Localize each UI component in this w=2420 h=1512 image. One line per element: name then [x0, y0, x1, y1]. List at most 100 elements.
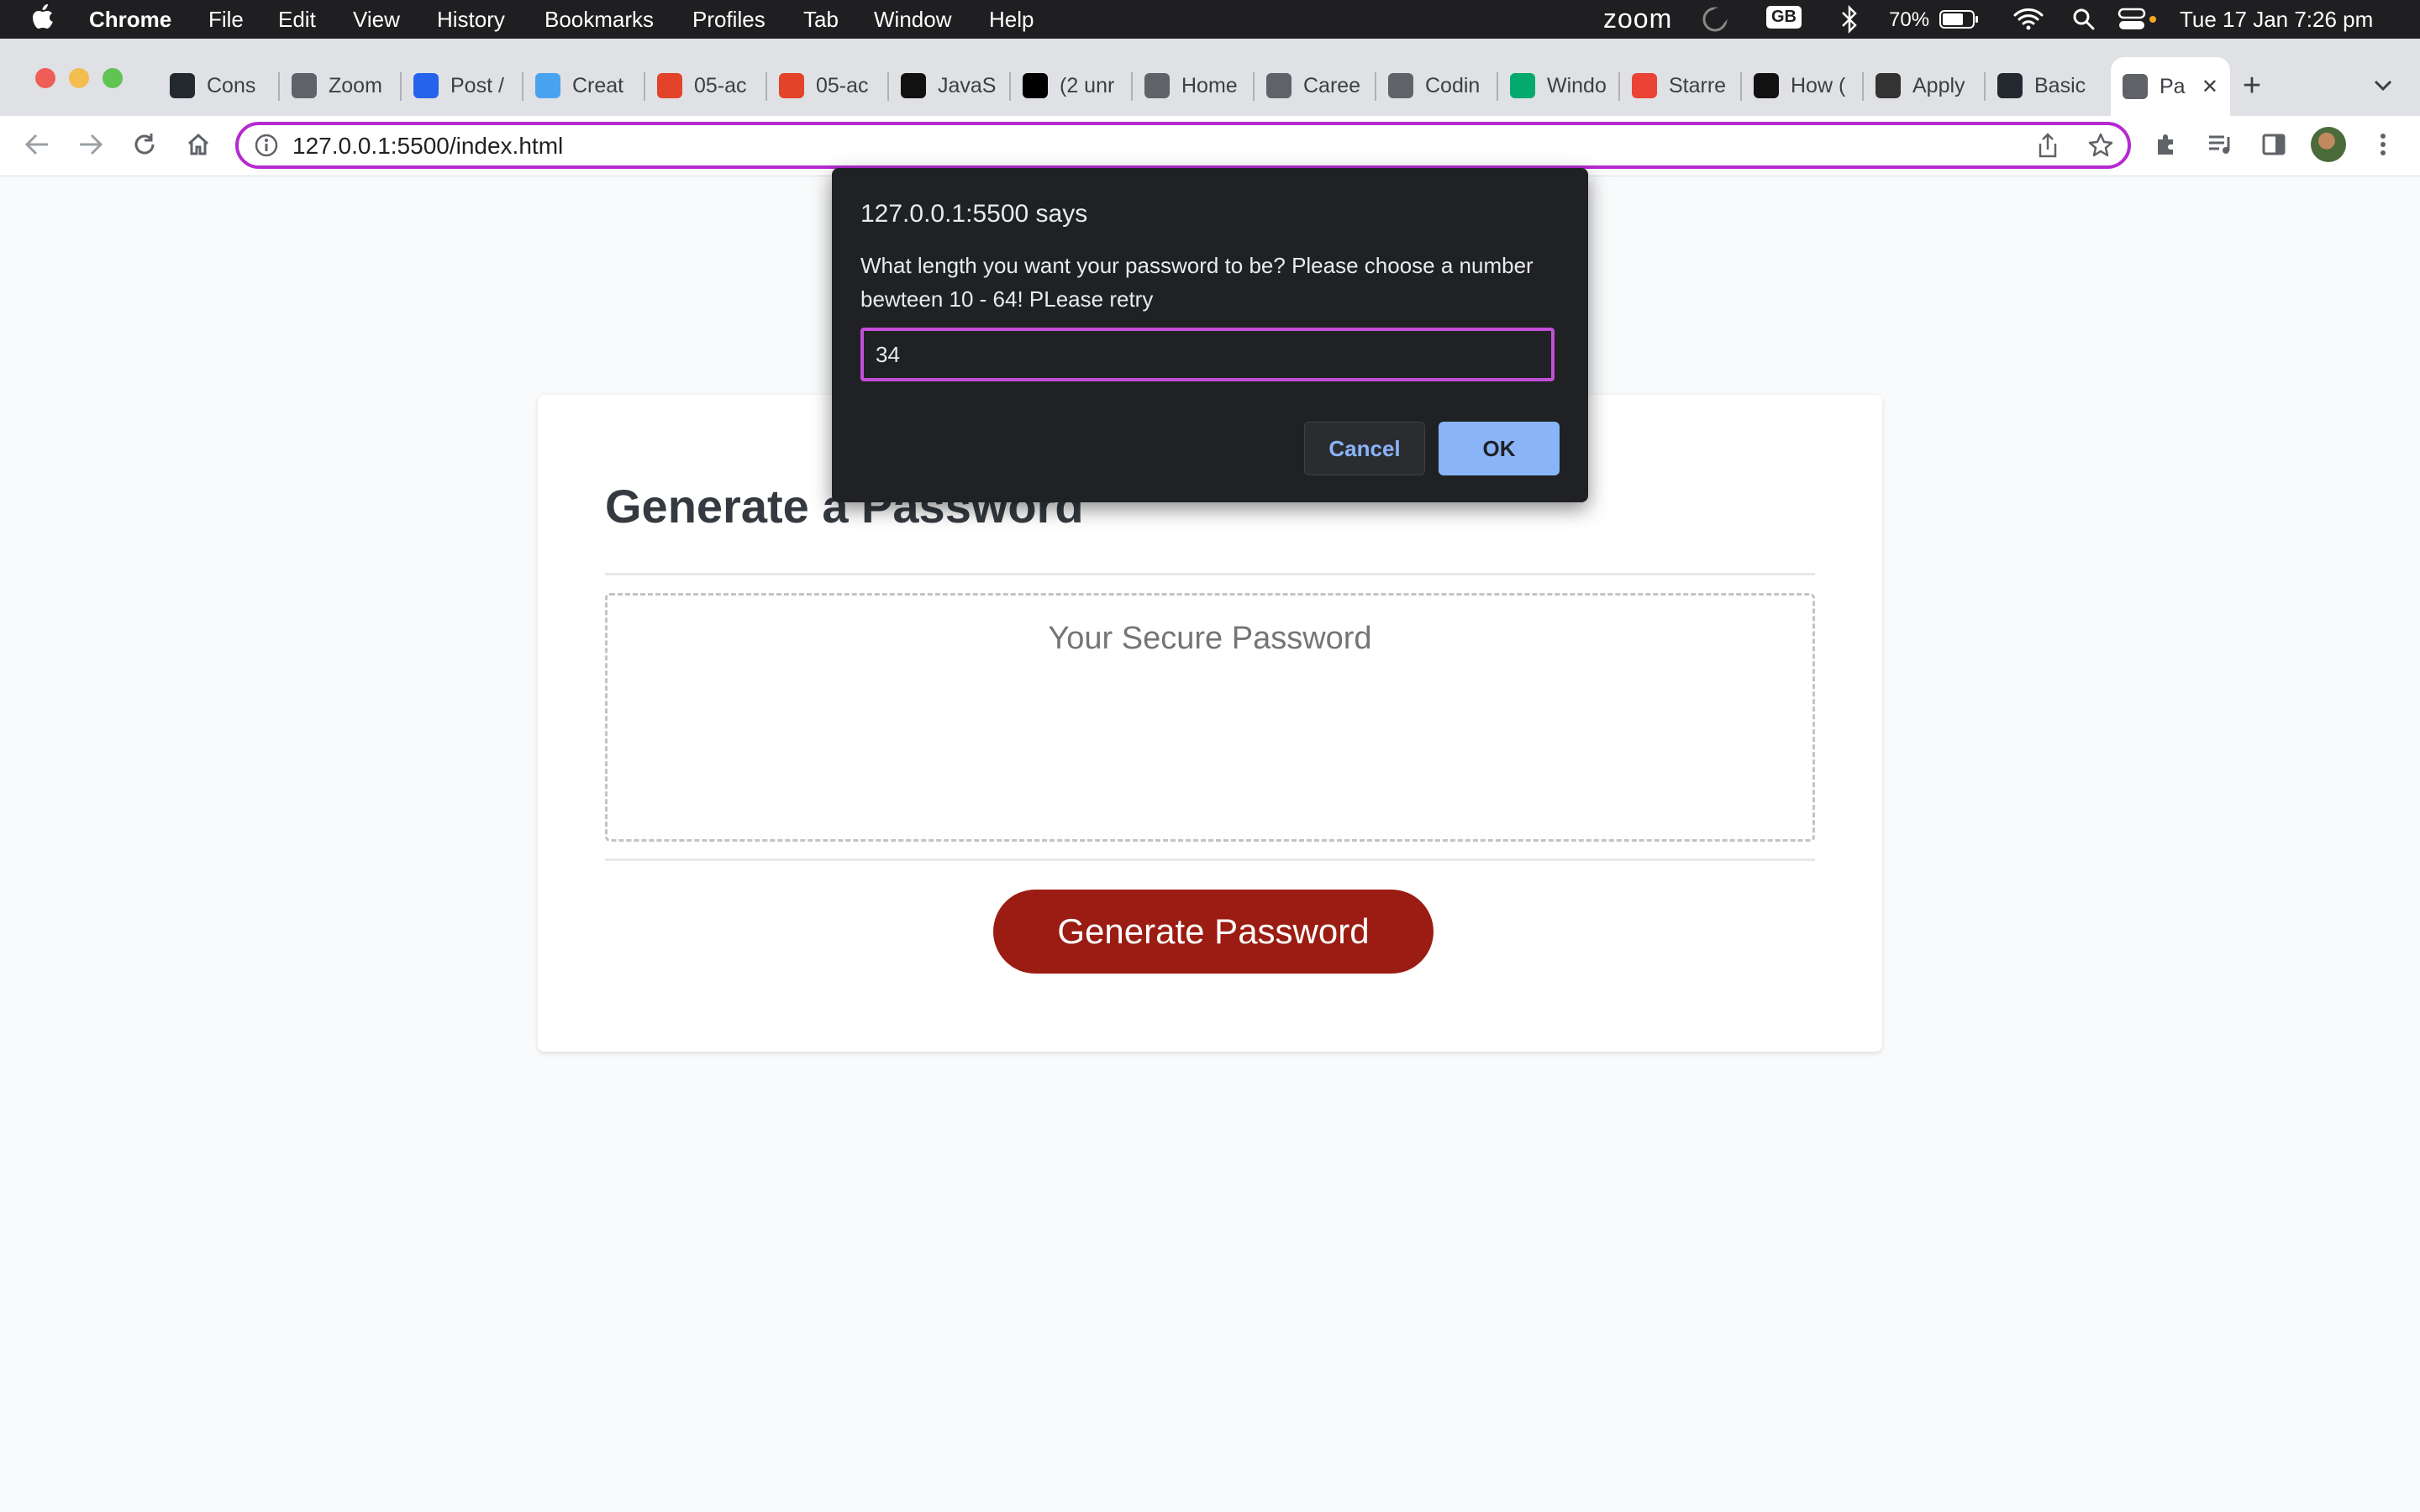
menu-window[interactable]: Window: [874, 7, 951, 33]
menu-view[interactable]: View: [353, 7, 400, 33]
site-info-icon[interactable]: [254, 133, 279, 162]
mdn-icon: [901, 73, 926, 98]
tab-title: Creat: [572, 73, 624, 97]
browser-tab[interactable]: Zoom: [280, 62, 396, 109]
tab-search-chevron-icon[interactable]: [2361, 64, 2405, 108]
address-bar[interactable]: 127.0.0.1:5500/index.html: [235, 122, 2131, 169]
tab-title: Basic: [2034, 73, 2086, 97]
tab-title: Cons: [207, 73, 256, 97]
browser-tab[interactable]: Pa ✕: [2111, 57, 2230, 116]
browser-tab[interactable]: (2 unr: [1011, 62, 1127, 109]
tab-title: (2 unr: [1060, 73, 1115, 97]
aol-icon: [1023, 73, 1048, 98]
tab-title: Zoom: [329, 73, 382, 97]
window-minimize-icon[interactable]: [69, 68, 89, 88]
tab-title: Windo: [1547, 73, 1607, 97]
forward-arrow-icon[interactable]: [72, 126, 109, 163]
battery-icon[interactable]: [1939, 9, 1980, 35]
dialog-length-input[interactable]: [860, 328, 1555, 381]
browser-tab[interactable]: Post /: [402, 62, 518, 109]
footer-divider: [605, 858, 1815, 861]
tab-title: Home: [1181, 73, 1238, 97]
back-arrow-icon[interactable]: [18, 126, 55, 163]
w3schools-icon: [1510, 73, 1535, 98]
bookmark-star-icon[interactable]: [2087, 132, 2114, 163]
browser-tab[interactable]: JavaS: [889, 62, 1005, 109]
home-icon[interactable]: [180, 126, 217, 163]
generate-password-button[interactable]: Generate Password: [993, 890, 1434, 974]
tab-title: 05-ac: [816, 73, 869, 97]
window-close-icon[interactable]: [35, 68, 55, 88]
menu-app-name[interactable]: Chrome: [89, 7, 171, 33]
browser-tab[interactable]: Caree: [1255, 62, 1370, 109]
browser-tab[interactable]: Cons: [158, 62, 274, 109]
input-source-badge[interactable]: GB: [1766, 6, 1802, 29]
new-tab-plus-icon[interactable]: +: [2230, 64, 2274, 108]
github-icon: [170, 73, 195, 98]
dialog-message: What length you want your password to be…: [860, 253, 1534, 312]
menu-profiles[interactable]: Profiles: [692, 7, 765, 33]
browser-tab[interactable]: Creat: [523, 62, 639, 109]
tab-title: Starre: [1669, 73, 1727, 97]
reload-icon[interactable]: [126, 126, 163, 163]
zoho-icon: [413, 73, 439, 98]
share-icon[interactable]: [2035, 132, 2060, 163]
browser-tab[interactable]: 05-ac: [767, 62, 883, 109]
menu-bookmarks[interactable]: Bookmarks: [544, 7, 654, 33]
gitlab-icon: [657, 73, 682, 98]
spotlight-search-icon[interactable]: [2072, 8, 2096, 37]
control-center-icon[interactable]: [2118, 8, 2156, 37]
side-panel-icon[interactable]: [2255, 126, 2292, 163]
menubar-clock[interactable]: Tue 17 Jan 7:26 pm: [2180, 7, 2373, 33]
address-url-text[interactable]: 127.0.0.1:5500/index.html: [292, 133, 563, 160]
tab-title: Codin: [1425, 73, 1481, 97]
prompt-dialog: 127.0.0.1:5500 says What length you want…: [832, 168, 1588, 502]
tab-title: 05-ac: [694, 73, 747, 97]
browser-tab[interactable]: Apply: [1864, 62, 1980, 109]
menu-history[interactable]: History: [437, 7, 505, 33]
globe-icon: [2123, 74, 2148, 99]
browser-tab[interactable]: How (: [1742, 62, 1858, 109]
menu-tab[interactable]: Tab: [803, 7, 839, 33]
browser-tab[interactable]: 05-ac: [645, 62, 761, 109]
tab-close-icon[interactable]: ✕: [2202, 75, 2218, 99]
browser-tab[interactable]: Codin: [1376, 62, 1492, 109]
window-zoom-icon[interactable]: [103, 68, 123, 88]
browser-tab[interactable]: Starre: [1620, 62, 1736, 109]
dialog-origin: 127.0.0.1:5500 says: [860, 200, 1088, 228]
edx-icon: [1144, 73, 1170, 98]
browser-tab[interactable]: Basic: [1986, 62, 2102, 109]
tab-title: How (: [1791, 73, 1846, 97]
tab-title: Post /: [450, 73, 504, 97]
battery-percent: 70%: [1889, 8, 1930, 31]
apple-menu-icon[interactable]: [32, 4, 54, 36]
password-output-field[interactable]: [605, 593, 1815, 842]
gmail-icon: [1632, 73, 1657, 98]
chrome-menu-kebab-icon[interactable]: [2365, 126, 2402, 163]
browser-tab[interactable]: Home: [1133, 62, 1249, 109]
reading-list-icon[interactable]: [2202, 126, 2238, 163]
wifi-icon[interactable]: [2013, 7, 2044, 36]
browser-tab[interactable]: Windo: [1498, 62, 1614, 109]
edx-icon: [292, 73, 317, 98]
profile-avatar[interactable]: [2311, 127, 2346, 162]
gitlab-icon: [779, 73, 804, 98]
extensions-puzzle-icon[interactable]: [2148, 126, 2185, 163]
circle-icon: [535, 73, 560, 98]
header-divider: [605, 573, 1815, 575]
tab-title: JavaS: [938, 73, 997, 97]
tab-title: Caree: [1303, 73, 1361, 97]
menu-help[interactable]: Help: [989, 7, 1034, 33]
focus-moon-icon[interactable]: [1701, 5, 1729, 39]
bluetooth-icon[interactable]: [1840, 4, 1859, 39]
crown-icon: [1754, 73, 1779, 98]
zoom-status-item[interactable]: zoom: [1603, 3, 1672, 34]
tab-title: Pa: [2160, 74, 2186, 98]
github-icon: [1997, 73, 2023, 98]
tab-title: Apply: [1912, 73, 1965, 97]
dialog-ok-button[interactable]: OK: [1439, 422, 1560, 475]
menu-edit[interactable]: Edit: [278, 7, 316, 33]
dialog-cancel-button[interactable]: Cancel: [1304, 422, 1425, 475]
macos-menu-bar: Chrome File Edit View History Bookmarks …: [0, 0, 2420, 39]
menu-file[interactable]: File: [208, 7, 244, 33]
